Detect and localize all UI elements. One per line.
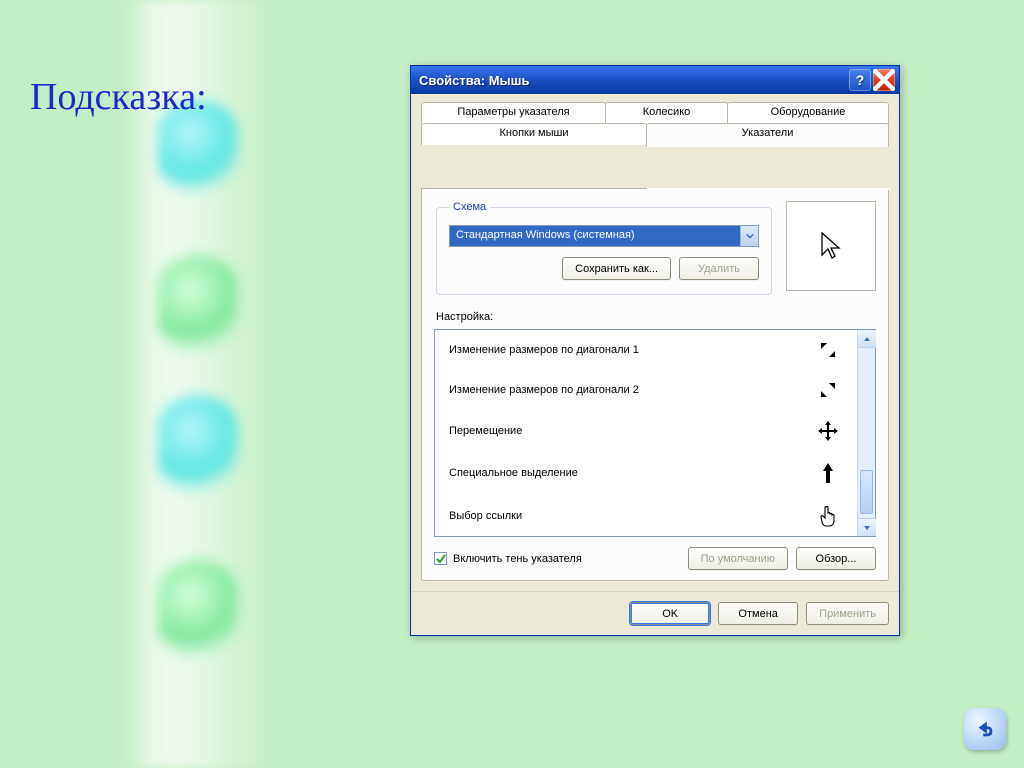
scroll-up-button[interactable] [858,330,876,348]
scheme-group: Схема Стандартная Windows (системная) Со… [436,201,772,295]
scroll-track[interactable] [858,348,875,518]
return-icon [974,718,996,740]
list-item-label: Выбор ссылки [449,510,522,522]
return-button[interactable] [964,708,1006,750]
tab-hardware[interactable]: Оборудование [727,102,889,124]
list-item[interactable]: Изменение размеров по диагонали 1 [435,330,857,370]
scheme-selected: Стандартная Windows (системная) [450,226,740,246]
decorative-bead [158,395,238,495]
list-item[interactable]: Выбор ссылки [435,494,857,536]
scroll-thumb[interactable] [860,470,873,514]
hand-icon [813,504,843,528]
list-item[interactable]: Перемещение [435,410,857,452]
window-title: Свойства: Мышь [419,73,847,88]
decorative-bead [158,560,238,660]
hint-heading: Подсказка: [30,75,207,119]
tab-buttons[interactable]: Кнопки мыши [421,123,647,145]
resize-nesw-icon [813,380,843,400]
move-icon [813,420,843,442]
delete-button: Удалить [679,257,759,280]
dialog-button-bar: OK Отмена Применить [411,591,899,635]
help-button[interactable]: ? [849,69,871,91]
arrow-cursor-icon [818,231,844,261]
list-item-label: Перемещение [449,425,522,437]
tab-wheel[interactable]: Колесико [605,102,728,124]
list-item-label: Специальное выделение [449,467,578,479]
close-icon [873,69,895,91]
list-item-label: Изменение размеров по диагонали 1 [449,344,639,356]
list-item-label: Изменение размеров по диагонали 2 [449,384,639,396]
list-item[interactable]: Изменение размеров по диагонали 2 [435,370,857,410]
cancel-button[interactable]: Отмена [718,602,798,625]
apply-button: Применить [806,602,889,625]
scrollbar[interactable] [857,330,875,536]
mouse-properties-window: Свойства: Мышь ? Параметры указателя Кол… [410,65,900,636]
cursor-preview [786,201,876,291]
cursor-list[interactable]: Изменение размеров по диагонали 1 Измене… [434,329,876,537]
scheme-dropdown[interactable]: Стандартная Windows (системная) [449,225,759,247]
tab-pointers[interactable]: Указатели [646,123,889,147]
chevron-down-icon[interactable] [740,226,758,246]
check-icon [436,554,446,564]
up-arrow-icon [813,462,843,484]
close-button[interactable] [873,69,895,91]
ok-button[interactable]: OK [630,602,710,625]
tab-panel-pointers: Схема Стандартная Windows (системная) Со… [421,188,889,581]
browse-button[interactable]: Обзор... [796,547,876,570]
list-item[interactable]: Специальное выделение [435,452,857,494]
resize-nwse-icon [813,340,843,360]
customize-label: Настройка: [436,311,876,323]
tabs: Параметры указателя Колесико Оборудовани… [421,102,889,145]
pointer-shadow-label: Включить тень указателя [453,553,582,565]
save-as-button[interactable]: Сохранить как... [562,257,671,280]
decorative-bead [158,255,238,355]
cursor-list-items: Изменение размеров по диагонали 1 Измене… [435,330,857,536]
scheme-legend: Схема [449,201,490,213]
defaults-button: По умолчанию [688,547,788,570]
pointer-shadow-checkbox[interactable] [434,552,447,565]
help-icon: ? [856,72,865,88]
tab-pointer-options[interactable]: Параметры указателя [421,102,606,124]
scroll-down-button[interactable] [858,518,876,536]
titlebar[interactable]: Свойства: Мышь ? [411,66,899,94]
